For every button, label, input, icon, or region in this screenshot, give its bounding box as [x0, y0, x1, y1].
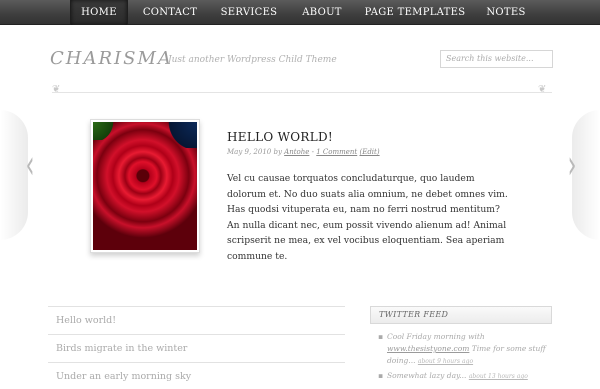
site-logo[interactable]: CHARISMA — [50, 48, 173, 69]
tweet-time[interactable]: about 13 hours ago — [469, 373, 528, 380]
post-title[interactable]: HELLO WORLD! — [227, 130, 333, 144]
nav-notes[interactable]: NOTES — [483, 0, 529, 25]
post-date: May 9, 2010 — [227, 148, 272, 156]
tweet-link[interactable]: www.thesistyone.com — [387, 344, 469, 353]
post-meta: May 9, 2010 by Antohe - 1 Comment (Edit) — [227, 148, 380, 156]
list-item[interactable]: Birds migrate in the winter — [48, 334, 345, 362]
list-item[interactable]: Hello world! — [48, 306, 345, 334]
post-comments-link[interactable]: 1 Comment — [316, 148, 357, 156]
twitter-feed-title: TWITTER FEED — [370, 306, 552, 324]
tweet-text: Somewhat lazy day... — [387, 371, 467, 380]
search-input[interactable]: Search this website... — [440, 50, 553, 68]
slider-prev-arrow-icon[interactable]: ‹ — [26, 145, 35, 185]
tweet-time[interactable]: about 9 hours ago — [418, 358, 473, 365]
top-navigation: HOME CONTACT SERVICES ABOUT PAGE TEMPLAT… — [0, 0, 600, 25]
slider-next-arrow-icon[interactable]: › — [568, 145, 577, 185]
slider-edge-left — [0, 110, 28, 240]
post-author-link[interactable]: Antohe — [284, 148, 309, 156]
site-tagline: Just another Wordpress Child Theme — [168, 55, 337, 65]
bullet-icon: ▪ — [378, 332, 384, 341]
tweet-text: Cool Friday morning with — [387, 332, 485, 341]
rose-photo — [93, 122, 197, 250]
nav-services[interactable]: SERVICES — [220, 0, 278, 25]
recent-posts-list: Hello world! Birds migrate in the winter… — [48, 306, 345, 389]
header-divider — [52, 92, 552, 93]
tweet-item: ▪ Somewhat lazy day... about 13 hours ag… — [378, 370, 548, 383]
bullet-icon: ▪ — [378, 371, 384, 380]
list-item[interactable]: Under an early morning sky — [48, 362, 345, 389]
twitter-feed: ▪ Cool Friday morning with www.thesistyo… — [378, 331, 548, 385]
ornament-right-icon: ❦ — [538, 84, 547, 95]
nav-page-templates[interactable]: PAGE TEMPLATES — [364, 0, 466, 25]
post-by: by — [273, 148, 282, 156]
ornament-left-icon: ❦ — [52, 84, 61, 95]
nav-about[interactable]: ABOUT — [298, 0, 346, 25]
tweet-item: ▪ Cool Friday morning with www.thesistyo… — [378, 331, 548, 368]
featured-image[interactable] — [90, 119, 200, 253]
post-edit-link[interactable]: (Edit) — [359, 148, 379, 156]
post-excerpt: Vel cu causae torquatos concludaturque, … — [227, 173, 508, 262]
nav-contact[interactable]: CONTACT — [140, 0, 200, 25]
nav-home[interactable]: HOME — [70, 0, 128, 25]
